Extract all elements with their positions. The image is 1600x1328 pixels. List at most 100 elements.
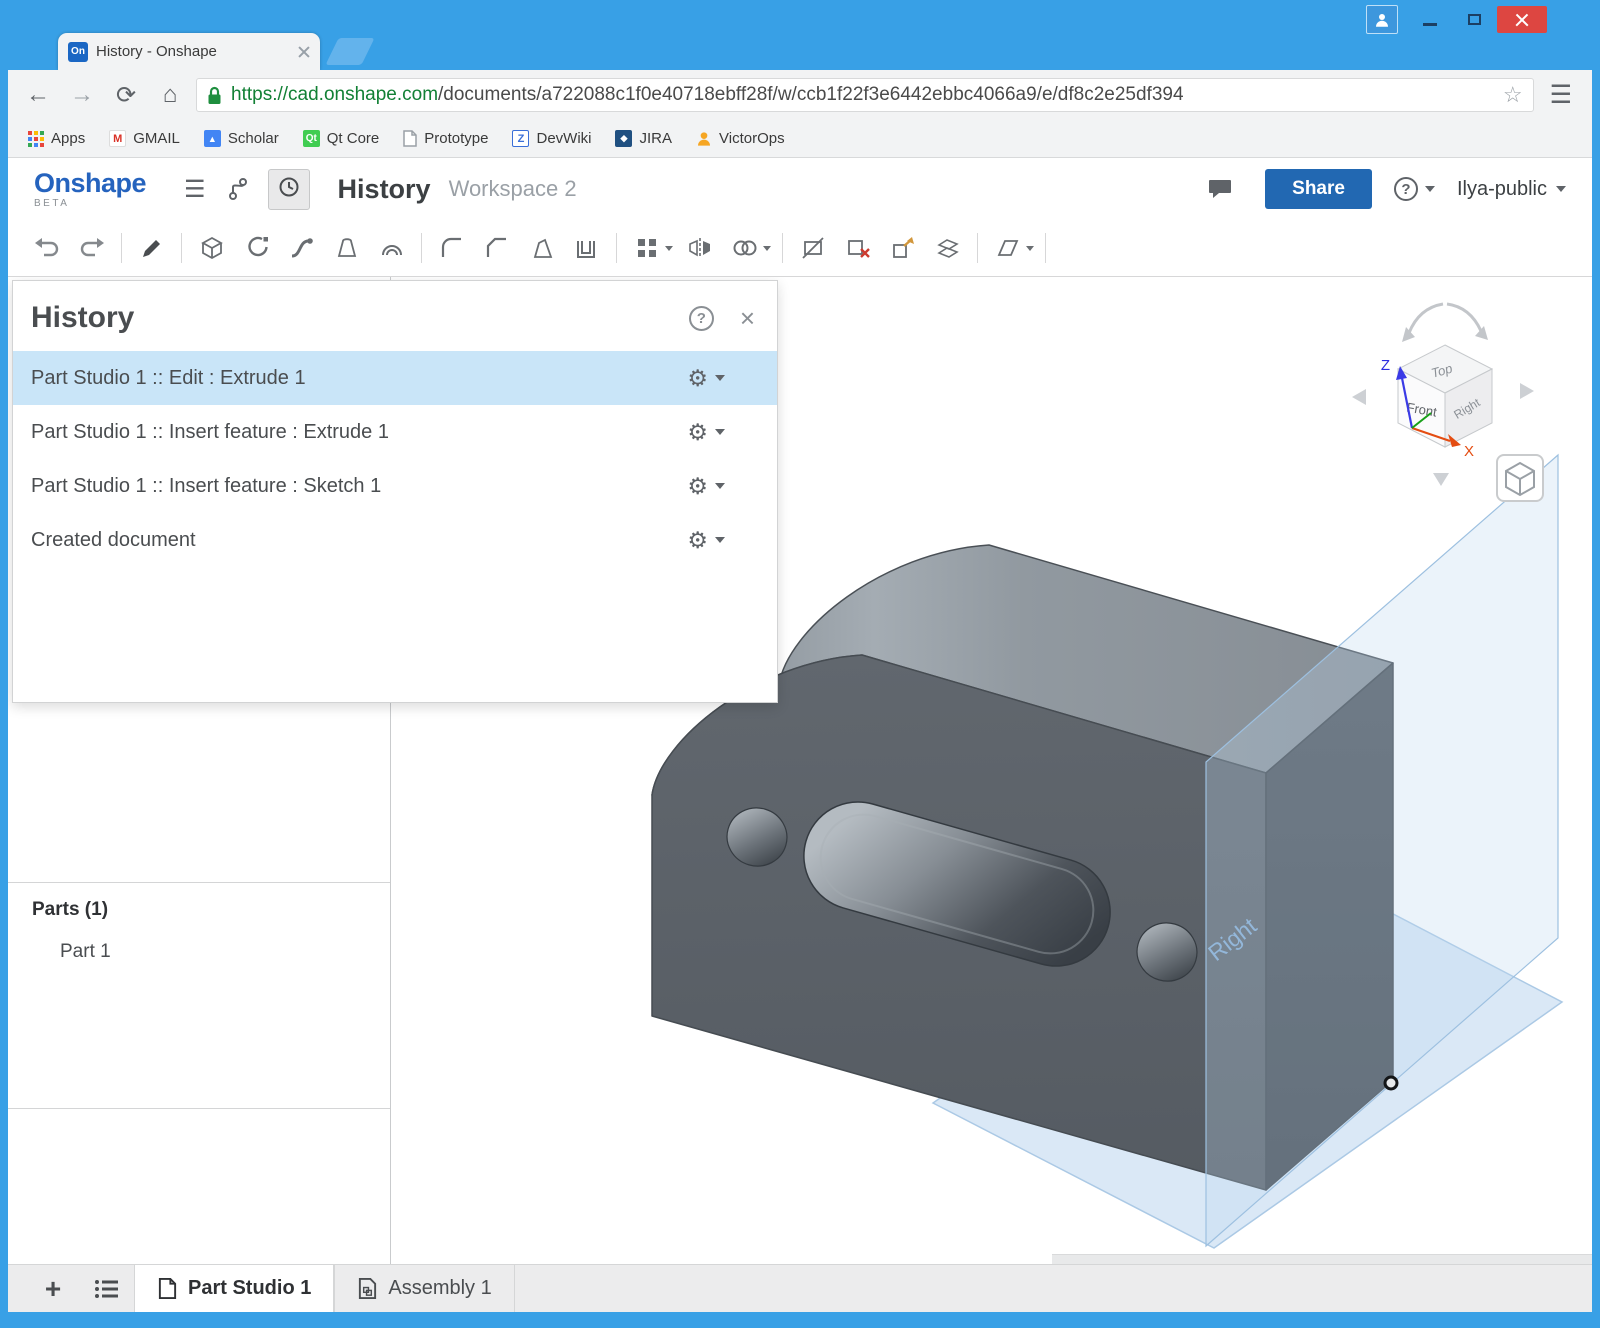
maximize-button[interactable] [1452, 6, 1497, 33]
history-entry-menu[interactable]: ⚙ [687, 475, 725, 498]
help-menu-button[interactable]: ? [1394, 177, 1435, 201]
user-menu-button[interactable]: Ilya-public [1457, 178, 1566, 201]
rotate-right-arc[interactable] [1447, 304, 1481, 331]
plane-button[interactable] [985, 227, 1030, 269]
history-entry-label: Part Studio 1 :: Insert feature : Sketch… [31, 475, 687, 498]
versions-branch-button[interactable] [226, 176, 250, 202]
history-entry-label: Part Studio 1 :: Edit : Extrude 1 [31, 367, 687, 390]
bookmark-star-icon[interactable]: ☆ [1503, 82, 1523, 108]
bookmark-gmail[interactable]: M GMAIL [97, 120, 192, 157]
document-menu-button[interactable]: ☰ [184, 175, 206, 204]
bookmark-jira[interactable]: ◆ JIRA [603, 120, 684, 157]
tab-close-icon[interactable] [298, 46, 310, 58]
tab-assembly-1[interactable]: Assembly 1 [334, 1265, 514, 1312]
fillet-button[interactable] [429, 227, 474, 269]
forward-button[interactable]: → [64, 81, 100, 109]
caret-down-icon[interactable] [763, 246, 771, 251]
history-button[interactable] [268, 169, 310, 210]
rotate-left-arrowhead [1402, 327, 1415, 342]
minimize-button[interactable] [1407, 6, 1452, 33]
move-face-button[interactable] [880, 227, 925, 269]
tab-part-studio-1[interactable]: Part Studio 1 [134, 1265, 334, 1312]
shell-icon [574, 235, 600, 261]
part-list-item[interactable]: Part 1 [32, 941, 390, 963]
bookmark-qt-core[interactable]: Qt Qt Core [291, 120, 392, 157]
isometric-view-button[interactable] [1497, 455, 1543, 501]
part-studio-icon [157, 1277, 178, 1300]
undo-button[interactable] [24, 227, 69, 269]
extrude-button[interactable] [189, 227, 234, 269]
new-tab-button[interactable] [325, 38, 374, 65]
caret-down-icon [715, 483, 725, 489]
bookmark-label: GMAIL [133, 130, 180, 147]
onshape-logo-text: Onshape [34, 170, 146, 197]
revolve-button[interactable] [234, 227, 279, 269]
history-entry[interactable]: Part Studio 1 :: Insert feature : Sketch… [13, 459, 777, 513]
workspace-name: Workspace 2 [449, 176, 577, 202]
gear-icon: ⚙ [687, 367, 708, 390]
linear-pattern-button[interactable] [624, 227, 669, 269]
mirror-icon [687, 235, 713, 261]
profile-button[interactable] [1366, 5, 1398, 34]
share-button[interactable]: Share [1265, 169, 1372, 209]
x-axis-label: X [1464, 443, 1474, 460]
back-button[interactable]: ← [20, 81, 56, 109]
mirror-button[interactable] [677, 227, 722, 269]
viewcube-down-arrow[interactable] [1433, 473, 1449, 486]
vertex-marker[interactable] [1385, 1077, 1397, 1089]
bookmark-apps[interactable]: Apps [16, 120, 97, 157]
url-bar[interactable]: https://cad.onshape.com/documents/a72208… [196, 78, 1534, 112]
sweep-button[interactable] [279, 227, 324, 269]
history-entry-menu[interactable]: ⚙ [687, 421, 725, 444]
caret-down-icon [1425, 186, 1435, 192]
speech-bubble-icon [1207, 177, 1233, 201]
bookmark-prototype[interactable]: Prototype [391, 120, 500, 157]
chamfer-button[interactable] [474, 227, 519, 269]
draft-icon [529, 235, 555, 261]
close-button[interactable] [1497, 6, 1547, 33]
history-entry[interactable]: Created document ⚙ [13, 513, 777, 567]
add-tab-button[interactable]: + [26, 1265, 80, 1312]
redo-button[interactable] [69, 227, 114, 269]
viewcube-right-arrow[interactable] [1520, 383, 1534, 399]
sketch-button[interactable] [129, 227, 174, 269]
browser-tab[interactable]: On History - Onshape [58, 33, 320, 70]
shell-button[interactable] [564, 227, 609, 269]
maximize-icon [1468, 14, 1481, 25]
bookmark-victorops[interactable]: VictorOps [684, 120, 797, 157]
url-host: https://cad.onshape.com [231, 84, 438, 105]
caret-down-icon[interactable] [665, 246, 673, 251]
viewcube-left-arrow[interactable] [1352, 389, 1366, 405]
onshape-logo[interactable]: Onshape BETA [34, 170, 146, 209]
history-entry-menu[interactable]: ⚙ [687, 367, 725, 390]
bookmark-devwiki[interactable]: Z DevWiki [500, 120, 603, 157]
history-popup-title: History [31, 301, 689, 335]
caret-down-icon[interactable] [1026, 246, 1034, 251]
delete-face-button[interactable] [835, 227, 880, 269]
revolve-icon [244, 235, 270, 261]
loft-button[interactable] [324, 227, 369, 269]
history-entry[interactable]: Part Studio 1 :: Edit : Extrude 1 ⚙ [13, 351, 777, 405]
draft-button[interactable] [519, 227, 564, 269]
replace-face-button[interactable] [925, 227, 970, 269]
bookmark-scholar[interactable]: ▲ Scholar [192, 120, 291, 157]
boolean-button[interactable] [722, 227, 767, 269]
thicken-button[interactable] [369, 227, 414, 269]
history-help-icon[interactable]: ? [689, 306, 714, 331]
qt-icon: Qt [303, 130, 320, 147]
pencil-icon [139, 235, 165, 261]
history-entry[interactable]: Part Studio 1 :: Insert feature : Extrud… [13, 405, 777, 459]
horizontal-scrollbar[interactable] [1052, 1254, 1592, 1264]
split-button[interactable] [790, 227, 835, 269]
history-close-icon[interactable]: × [740, 305, 755, 331]
home-button[interactable]: ⌂ [152, 81, 188, 109]
history-entry-menu[interactable]: ⚙ [687, 529, 725, 552]
extrude-icon [199, 235, 225, 261]
comments-button[interactable] [1207, 177, 1233, 201]
reload-button[interactable]: ⟳ [108, 81, 144, 110]
caret-down-icon [1556, 186, 1566, 192]
delete-face-icon [845, 235, 871, 261]
chrome-menu-button[interactable]: ☰ [1542, 80, 1580, 110]
rotate-left-arc[interactable] [1409, 304, 1443, 333]
tab-list-button[interactable] [80, 1265, 134, 1312]
